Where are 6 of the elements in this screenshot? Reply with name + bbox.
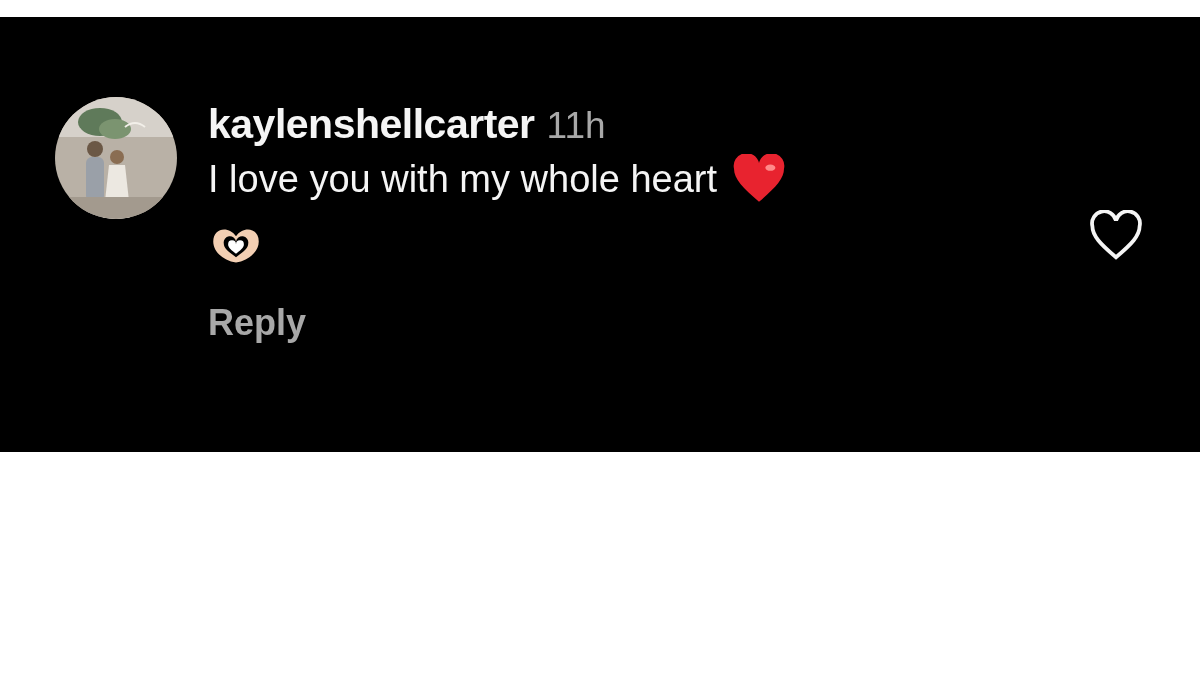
like-heart-icon[interactable] xyxy=(1087,210,1145,262)
comment-text: I love you with my whole heart xyxy=(208,157,717,201)
timestamp: 11h xyxy=(546,105,606,147)
username-link[interactable]: kaylenshellcarter xyxy=(208,101,535,148)
reply-button[interactable]: Reply xyxy=(208,302,307,344)
heart-icon xyxy=(731,154,787,204)
